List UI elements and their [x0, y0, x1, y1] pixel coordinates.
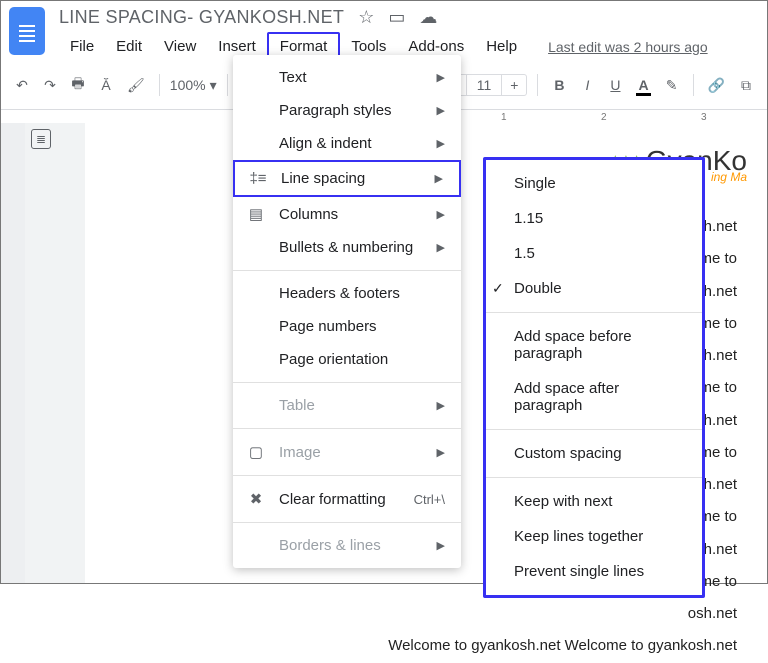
document-title[interactable]: LINE SPACING- GYANKOSH.NET: [59, 7, 344, 28]
move-icon[interactable]: ▭: [388, 7, 405, 28]
ruler-tick: 3: [701, 112, 707, 123]
undo-icon[interactable]: ↶: [11, 73, 33, 98]
spacing-1-15[interactable]: 1.15: [486, 201, 702, 236]
highlight-button[interactable]: ✎: [661, 73, 683, 98]
spacing-add-before[interactable]: Add space before paragraph: [486, 319, 702, 371]
docs-logo-icon[interactable]: [9, 7, 45, 55]
cloud-icon[interactable]: ☁: [419, 7, 437, 28]
ruler-tick: 1: [501, 112, 507, 123]
format-borders-lines: Borders & lines▶: [233, 529, 461, 562]
italic-button[interactable]: I: [576, 73, 598, 97]
spacing-keep-together[interactable]: Keep lines together: [486, 519, 702, 554]
redo-icon[interactable]: ↷: [39, 73, 61, 98]
line-spacing-icon: ‡≡: [247, 170, 269, 187]
menu-view[interactable]: View: [153, 34, 207, 59]
spacing-single[interactable]: Single: [486, 166, 702, 201]
text-color-button[interactable]: A: [632, 73, 654, 97]
underline-button[interactable]: U: [604, 73, 626, 97]
increase-font-icon[interactable]: +: [502, 75, 526, 95]
format-columns[interactable]: ▤Columns▶: [233, 197, 461, 231]
menu-file[interactable]: File: [59, 34, 105, 59]
columns-icon: ▤: [245, 205, 267, 223]
menu-help[interactable]: Help: [475, 34, 528, 59]
format-table: Table▶: [233, 389, 461, 422]
chevron-down-icon: ▾: [210, 77, 217, 94]
check-icon: ✓: [492, 280, 504, 297]
spacing-keep-next[interactable]: Keep with next: [486, 484, 702, 519]
chevron-right-icon: ▶: [437, 71, 445, 84]
format-text[interactable]: Text▶: [233, 61, 461, 94]
format-bullets-numbering[interactable]: Bullets & numbering▶: [233, 231, 461, 264]
image-icon: ▢: [245, 443, 267, 461]
font-size-value[interactable]: 11: [466, 75, 503, 95]
format-headers-footers[interactable]: Headers & footers: [233, 277, 461, 310]
spacing-custom[interactable]: Custom spacing: [486, 436, 702, 471]
star-icon[interactable]: ☆: [358, 7, 374, 28]
header: LINE SPACING- GYANKOSH.NET ☆ ▭ ☁ File Ed…: [1, 1, 767, 61]
spellcheck-icon[interactable]: Ă: [95, 73, 117, 97]
print-icon[interactable]: 🖶: [67, 69, 89, 101]
menu-edit[interactable]: Edit: [105, 34, 153, 59]
format-align-indent[interactable]: Align & indent▶: [233, 127, 461, 160]
format-clear-formatting[interactable]: ✖Clear formattingCtrl+\: [233, 482, 461, 516]
format-image: ▢Image▶: [233, 435, 461, 469]
link-icon[interactable]: 🔗: [704, 73, 729, 98]
line-spacing-submenu: Single 1.15 1.5 ✓Double Add space before…: [483, 157, 705, 598]
clear-format-icon: ✖: [245, 490, 267, 508]
paint-format-icon[interactable]: 🖌: [123, 73, 149, 98]
spacing-double[interactable]: ✓Double: [486, 271, 702, 306]
comment-icon[interactable]: ⧉: [735, 73, 757, 98]
ruler-tick: 2: [601, 112, 607, 123]
spacing-add-after[interactable]: Add space after paragraph: [486, 371, 702, 423]
format-line-spacing[interactable]: ‡≡Line spacing▶: [233, 160, 461, 197]
format-menu-dropdown: Text▶ Paragraph styles▶ Align & indent▶ …: [233, 55, 461, 568]
spacing-1-5[interactable]: 1.5: [486, 236, 702, 271]
bold-button[interactable]: B: [548, 73, 570, 97]
outline-icon[interactable]: ≣: [31, 129, 51, 149]
zoom-selector[interactable]: 100% ▾: [170, 77, 217, 94]
last-edit-link[interactable]: Last edit was 2 hours ago: [548, 39, 708, 55]
format-paragraph-styles[interactable]: Paragraph styles▶: [233, 94, 461, 127]
format-page-numbers[interactable]: Page numbers: [233, 310, 461, 343]
format-page-orientation[interactable]: Page orientation: [233, 343, 461, 376]
